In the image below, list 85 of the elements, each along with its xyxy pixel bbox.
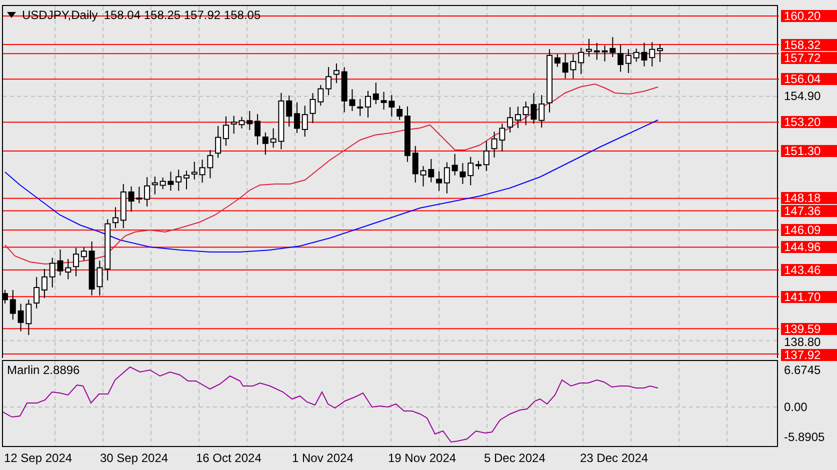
candlestick	[649, 42, 656, 67]
candlestick	[294, 102, 300, 134]
candlestick	[286, 94, 292, 128]
candlestick	[420, 166, 426, 187]
candlestick	[530, 92, 537, 124]
candlestick	[184, 170, 190, 190]
date-label: 1 Nov 2024	[292, 451, 354, 467]
candlestick	[26, 299, 32, 336]
price-level-label: 143.46	[781, 264, 837, 276]
candlestick	[380, 91, 387, 110]
price-level-label: 158.32	[781, 38, 837, 51]
candlestick	[18, 303, 24, 332]
candlestick	[120, 183, 126, 229]
candlestick	[96, 260, 103, 296]
candlestick	[570, 54, 576, 80]
candlestick	[602, 44, 608, 62]
price-level-label: 148.18	[781, 192, 837, 204]
candlestick	[168, 171, 174, 192]
candlestick	[246, 110, 253, 131]
price-level-label: 156.04	[781, 73, 837, 86]
candlestick	[460, 162, 466, 184]
dropdown-triangle-icon[interactable]	[7, 12, 16, 18]
candlestick	[522, 101, 529, 126]
candlestick	[128, 186, 134, 212]
candlestick	[349, 88, 356, 112]
candlestick	[57, 248, 64, 276]
candlestick	[10, 289, 16, 320]
date-label: 16 Oct 2024	[196, 451, 262, 467]
candlestick	[302, 105, 308, 138]
candlestick	[65, 258, 72, 280]
price-tick-label: 154.90	[783, 90, 822, 102]
candlestick	[388, 94, 395, 118]
candlestick	[372, 82, 379, 105]
candlestick	[270, 128, 276, 148]
price-level-label: 147.36	[781, 205, 837, 218]
candlestick	[365, 90, 371, 118]
candlestick	[199, 159, 206, 184]
candlestick	[594, 42, 600, 60]
candlestick	[238, 116, 245, 129]
candlestick	[88, 240, 95, 296]
candlestick	[191, 161, 198, 180]
candlestick	[483, 140, 490, 172]
candlestick	[538, 94, 545, 128]
candlestick	[357, 98, 364, 116]
date-label: 19 Nov 2024	[388, 451, 458, 467]
candlestick	[633, 48, 640, 62]
indicator-tick-label: 6.6745	[783, 364, 822, 376]
indicator-title: Marlin 2.8896	[7, 363, 80, 377]
price-level-label: 160.20	[781, 10, 837, 22]
date-label: 5 Dec 2024	[484, 451, 546, 467]
candlestick	[341, 66, 348, 113]
candlestick	[562, 52, 568, 79]
candlestick	[49, 257, 56, 288]
candlestick	[176, 169, 182, 192]
candlestick	[136, 186, 142, 204]
price-level-label: 153.20	[781, 116, 837, 128]
candlestick	[310, 92, 316, 124]
candlestick	[499, 123, 506, 152]
price-level-label: 157.72	[781, 52, 837, 64]
candlestick	[318, 84, 324, 106]
price-tick-label: 138.80	[783, 336, 822, 348]
price-level-label: 151.30	[781, 145, 837, 157]
candlestick	[491, 131, 498, 158]
price-level-label: 137.92	[781, 348, 837, 361]
candlestick	[657, 43, 663, 62]
price-level-label: 146.09	[781, 224, 837, 236]
date-label: 12 Sep 2024	[4, 451, 74, 467]
price-level-label: 141.70	[781, 290, 837, 303]
candlestick	[452, 153, 458, 176]
candlestick	[207, 150, 214, 179]
candlestick	[641, 42, 648, 67]
candlestick	[160, 177, 166, 190]
candlestick	[230, 115, 237, 134]
date-label: 30 Sep 2024	[100, 451, 170, 467]
indicator-tick-label: 0.00	[783, 401, 808, 413]
candlestick	[278, 92, 284, 150]
candlestick	[468, 156, 474, 186]
price-level-label: 139.59	[781, 322, 837, 335]
price-level-label: 144.96	[781, 241, 837, 254]
candlestick	[412, 145, 418, 184]
date-label: 23 Dec 2024	[580, 451, 650, 467]
candlestick	[476, 160, 482, 170]
candlestick	[428, 158, 434, 183]
candlestick	[610, 36, 616, 58]
indicator-tick-label: -5.8905	[783, 431, 826, 443]
